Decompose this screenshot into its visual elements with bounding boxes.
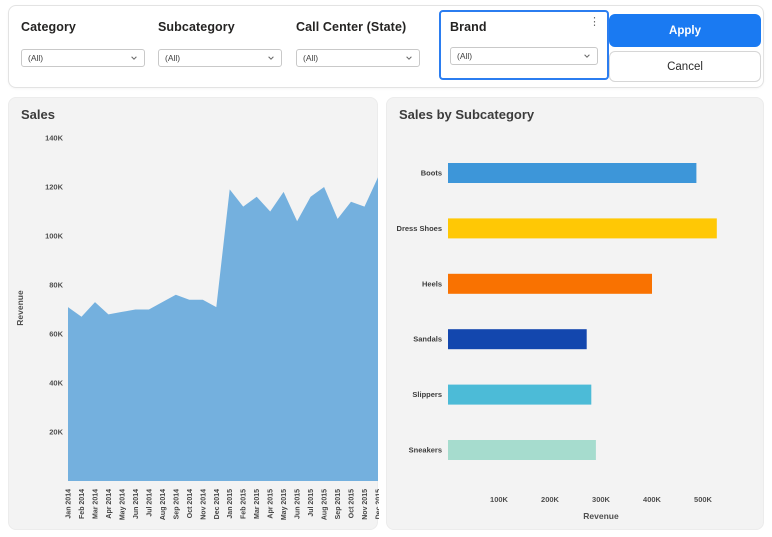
x-tick-label: May 2014 [119, 489, 126, 520]
x-tick-label: Aug 2015 [322, 489, 329, 520]
category-label: Category [21, 20, 145, 34]
sales-by-subcategory-panel: Sales by Subcategory BootsDress ShoesHee… [386, 97, 764, 530]
x-tick-label: Jul 2014 [146, 489, 153, 517]
bar-dress-shoes[interactable] [448, 218, 717, 238]
subcategory-select[interactable]: (All) [158, 49, 282, 67]
x-tick-label: Feb 2015 [241, 489, 248, 519]
call-center-select-value: (All) [303, 53, 318, 63]
bar-category-label: Heels [422, 279, 442, 288]
bar-sandals[interactable] [448, 329, 587, 349]
x-tick-label: Nov 2014 [200, 489, 207, 520]
x-tick-label: Jun 2014 [133, 489, 140, 519]
x-tick-label: Jun 2015 [295, 489, 302, 519]
filter-subcategory: Subcategory (All) [158, 20, 282, 67]
y-tick-label: 40K [49, 379, 63, 388]
y-tick-label: 80K [49, 281, 63, 290]
filter-category: Category (All) [21, 20, 145, 67]
x-tick-label: Jan 2015 [227, 489, 234, 519]
call-center-select[interactable]: (All) [296, 49, 420, 67]
subcategory-label: Subcategory [158, 20, 282, 34]
x-tick-label: Mar 2014 [92, 489, 99, 519]
x-tick-label: Dec 2014 [214, 489, 221, 519]
chevron-down-icon [267, 54, 275, 62]
bar-category-label: Dress Shoes [397, 224, 442, 233]
bar-category-label: Sandals [413, 335, 442, 344]
sales-area-chart-panel: Sales 20K40K60K80K100K120K140KRevenueJan… [8, 97, 378, 530]
brand-label: Brand [450, 20, 487, 34]
cancel-button[interactable]: Cancel [609, 51, 761, 82]
apply-button[interactable]: Apply [609, 14, 761, 47]
x-tick-label: Dec 2015 [375, 489, 379, 519]
x-tick-label: Sep 2014 [173, 489, 180, 519]
x-tick-label: 500K [694, 495, 713, 504]
x-tick-label: 100K [490, 495, 509, 504]
y-tick-label: 20K [49, 428, 63, 437]
sales-area-series[interactable] [68, 177, 378, 481]
category-select[interactable]: (All) [21, 49, 145, 67]
filter-call-center: Call Center (State) (All) [296, 20, 420, 67]
x-tick-label: Jul 2015 [308, 489, 315, 517]
y-tick-label: 100K [45, 232, 64, 241]
bar-boots[interactable] [448, 163, 696, 183]
bar-slippers[interactable] [448, 385, 591, 405]
x-tick-label: Mar 2015 [254, 489, 261, 519]
x-tick-label: Nov 2015 [362, 489, 369, 520]
bar-category-label: Boots [421, 169, 442, 178]
chevron-down-icon [405, 54, 413, 62]
chevron-down-icon [130, 54, 138, 62]
y-tick-label: 140K [45, 134, 64, 143]
y-tick-label: 120K [45, 183, 64, 192]
x-tick-label: Feb 2014 [79, 489, 86, 519]
bar-heels[interactable] [448, 274, 652, 294]
x-tick-label: Jan 2014 [66, 489, 73, 519]
sales-area-chart[interactable]: 20K 40K 60K 80K 100K 120K 140K Revenue Jan 2014 F… [9, 98, 379, 530]
x-tick-label: Apr 2014 [106, 489, 113, 519]
x-tick-label: 200K [541, 495, 560, 504]
bar-category-label: Sneakers [409, 446, 442, 455]
brand-select-value: (All) [457, 51, 472, 61]
filter-bar: Category (All) Subcategory (All) Call Ce… [8, 5, 764, 88]
filter-brand-focused[interactable]: ⋮ Brand (All) [439, 10, 609, 80]
x-tick-label: Apr 2015 [268, 489, 275, 519]
x-tick-label: Aug 2014 [160, 489, 167, 520]
x-axis-title: Revenue [583, 511, 619, 521]
x-tick-label: 400K [643, 495, 662, 504]
y-tick-label: 60K [49, 330, 63, 339]
category-select-value: (All) [28, 53, 43, 63]
sales-by-subcategory-chart[interactable]: Boots Dress Shoes Heels Sandals Slippers Snea… [387, 98, 765, 530]
x-tick-label: Sep 2015 [335, 489, 342, 519]
subcategory-select-value: (All) [165, 53, 180, 63]
x-tick-label: Oct 2014 [187, 489, 194, 518]
x-tick-label: May 2015 [281, 489, 288, 520]
x-tick-label: 300K [592, 495, 611, 504]
more-options-icon[interactable]: ⋮ [585, 13, 604, 31]
bar-sneakers[interactable] [448, 440, 596, 460]
chevron-down-icon [583, 52, 591, 60]
brand-select[interactable]: (All) [450, 47, 598, 65]
bar-category-label: Slippers [412, 390, 442, 399]
call-center-label: Call Center (State) [296, 20, 420, 34]
x-tick-label: Oct 2015 [349, 489, 356, 518]
y-axis-title: Revenue [15, 290, 25, 326]
